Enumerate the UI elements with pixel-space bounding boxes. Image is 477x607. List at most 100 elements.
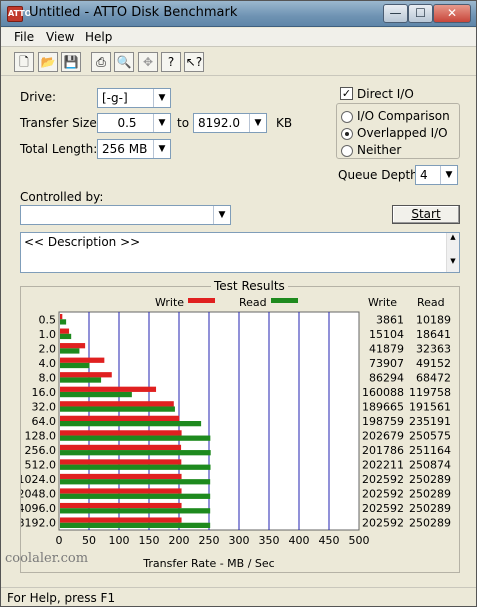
menu-help[interactable]: Help [85, 30, 112, 44]
category-label: 2048.0 [21, 488, 56, 501]
read-value: 251164 [409, 444, 451, 457]
open-icon[interactable]: 📂 [38, 52, 58, 72]
column-read-header: Read [417, 296, 445, 309]
read-bar [60, 377, 102, 383]
read-value: 250874 [409, 459, 451, 472]
print-preview-icon[interactable]: 🔍 [114, 52, 134, 72]
write-bar [60, 430, 182, 436]
read-bar [60, 450, 211, 456]
start-button[interactable]: Start [392, 205, 460, 224]
drive-select[interactable]: [-g-] ▼ [97, 88, 171, 108]
x-tick-label: 500 [349, 534, 370, 547]
read-bar [60, 508, 211, 514]
write-bar [60, 502, 182, 509]
watermark: coolaler.com [5, 551, 89, 566]
help-icon[interactable]: ? [161, 52, 181, 72]
transfer-size-label: Transfer Size: [20, 116, 101, 130]
title-bar[interactable]: ATTO Untitled - ATTO Disk Benchmark — ☐ … [1, 1, 476, 27]
unit-label: KB [276, 116, 293, 130]
write-value: 3861 [376, 313, 404, 326]
io-comparison-radio[interactable] [341, 111, 353, 123]
x-tick-label: 100 [109, 534, 130, 547]
new-icon[interactable]: 🗋 [14, 52, 34, 72]
read-bar [60, 391, 132, 398]
menu-file[interactable]: File [14, 30, 34, 44]
chevron-down-icon[interactable]: ▼ [213, 206, 230, 224]
app-icon[interactable]: ATTO [7, 6, 31, 22]
read-value: 49152 [416, 357, 451, 370]
write-value: 73907 [369, 357, 404, 370]
context-help-icon[interactable]: ↖? [184, 52, 204, 72]
write-value: 86294 [369, 371, 404, 384]
write-bar [60, 401, 174, 407]
x-tick-label: 0 [56, 534, 63, 547]
x-tick-label: 450 [319, 534, 340, 547]
write-bar [60, 372, 112, 378]
chevron-down-icon[interactable]: ▼ [440, 166, 457, 184]
chevron-down-icon[interactable]: ▼ [153, 114, 170, 132]
minimize-button[interactable]: — [383, 4, 408, 23]
test-results-panel: Test Results Write Read Write Read 0 50 10… [20, 279, 460, 573]
toolbar: 🗋 📂 💾 ⎙ 🔍 ✥ ? ↖? [1, 48, 476, 76]
read-bar [60, 522, 211, 528]
overlapped-io-radio[interactable] [341, 128, 353, 140]
legend-write-label: Write [155, 296, 184, 309]
controlled-by-select[interactable]: ▼ [20, 205, 231, 225]
write-value: 189665 [362, 400, 404, 413]
category-label: 8192.0 [21, 517, 56, 530]
write-value: 160088 [362, 386, 404, 399]
write-value: 202592 [362, 502, 404, 515]
controlled-by-label: Controlled by: [20, 190, 104, 204]
description-field[interactable]: << Description >> ▲ ▼ [20, 232, 460, 273]
total-length-select[interactable]: 256 MB ▼ [97, 139, 171, 159]
read-bar [60, 435, 211, 441]
move-icon[interactable]: ✥ [138, 52, 158, 72]
read-value: 18641 [416, 328, 451, 341]
menu-view[interactable]: View [46, 30, 74, 44]
save-icon[interactable]: 💾 [61, 52, 81, 72]
direct-io-checkbox[interactable]: ✓ [340, 87, 353, 100]
read-value: 250289 [409, 473, 451, 486]
print-icon[interactable]: ⎙ [91, 52, 111, 72]
legend-read-swatch [271, 298, 298, 303]
transfer-to-value: 8192.0 [198, 116, 240, 130]
transfer-size-to-select[interactable]: 8192.0 ▼ [193, 113, 267, 133]
to-label: to [177, 116, 190, 130]
write-value: 202592 [362, 517, 404, 530]
x-tick-label: 150 [139, 534, 160, 547]
write-bar [60, 343, 86, 349]
write-bar [60, 517, 182, 523]
category-label: 32.0 [32, 400, 57, 413]
close-button[interactable]: ✕ [433, 4, 471, 23]
read-value: 191561 [409, 400, 451, 413]
window-title: Untitled - ATTO Disk Benchmark [29, 5, 238, 20]
read-value: 119758 [409, 386, 451, 399]
x-tick-label: 250 [199, 534, 220, 547]
write-value: 41879 [369, 342, 404, 355]
maximize-button[interactable]: ☐ [408, 4, 433, 23]
write-value: 202211 [362, 459, 404, 472]
read-value: 68472 [416, 371, 451, 384]
write-value: 201786 [362, 444, 404, 457]
queue-depth-select[interactable]: 4 ▼ [415, 165, 458, 185]
chevron-down-icon[interactable]: ▼ [249, 114, 266, 132]
write-bar [60, 444, 182, 451]
chevron-down-icon[interactable]: ▼ [153, 140, 170, 158]
description-scrollbar[interactable]: ▲ ▼ [446, 233, 459, 272]
read-bar [60, 479, 211, 485]
read-value: 235191 [409, 415, 451, 428]
chevron-down-icon[interactable]: ▼ [153, 89, 170, 107]
status-bar: For Help, press F1 [1, 587, 476, 606]
transfer-size-from-select[interactable]: 0.5 ▼ [97, 113, 171, 133]
neither-radio[interactable] [341, 145, 353, 157]
x-tick-label: 300 [229, 534, 250, 547]
write-bar [60, 314, 63, 320]
write-bar [60, 328, 70, 334]
write-bar [60, 357, 105, 363]
category-label: 2.0 [39, 342, 57, 355]
category-label: 512.0 [25, 459, 57, 472]
write-bar [60, 386, 157, 392]
category-label: 4.0 [39, 357, 57, 370]
x-tick-label: 50 [82, 534, 96, 547]
read-value: 250289 [409, 488, 451, 501]
